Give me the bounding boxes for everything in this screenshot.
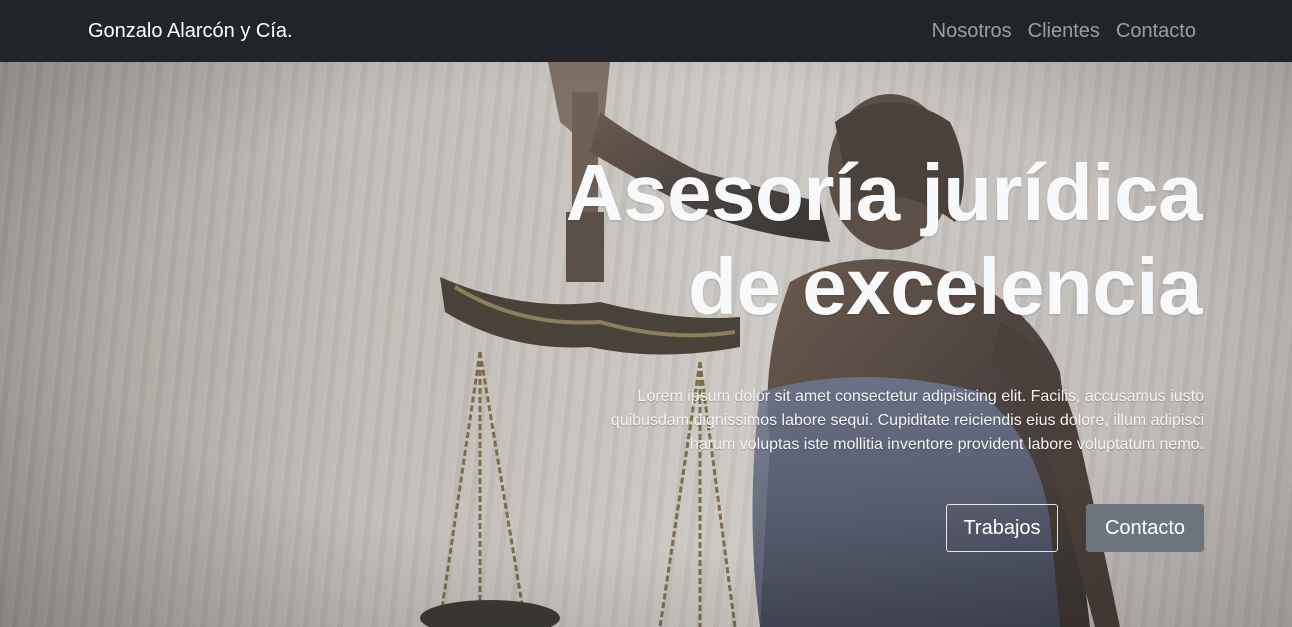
hero-section: Asesoría jurídica de excelencia Lorem ip… xyxy=(0,62,1292,627)
hero-title-line-2: de excelencia xyxy=(688,242,1202,331)
nav-link-clientes[interactable]: Clientes xyxy=(1028,18,1100,44)
nav-link-nosotros[interactable]: Nosotros xyxy=(932,18,1012,44)
nav-link-contacto[interactable]: Contacto xyxy=(1116,18,1196,44)
hero-title: Asesoría jurídica de excelencia xyxy=(482,146,1203,334)
navbar: Gonzalo Alarcón y Cía. Nosotros Clientes… xyxy=(0,0,1292,62)
contacto-button[interactable]: Contacto xyxy=(1086,504,1204,552)
brand-link[interactable]: Gonzalo Alarcón y Cía. xyxy=(88,18,293,44)
hero-lead-text: Lorem ipsum dolor sit amet consectetur a… xyxy=(610,388,1204,453)
nav-links: Nosotros Clientes Contacto xyxy=(932,18,1196,44)
trabajos-button[interactable]: Trabajos xyxy=(946,504,1058,552)
hero-title-line-1: Asesoría jurídica xyxy=(565,148,1203,237)
